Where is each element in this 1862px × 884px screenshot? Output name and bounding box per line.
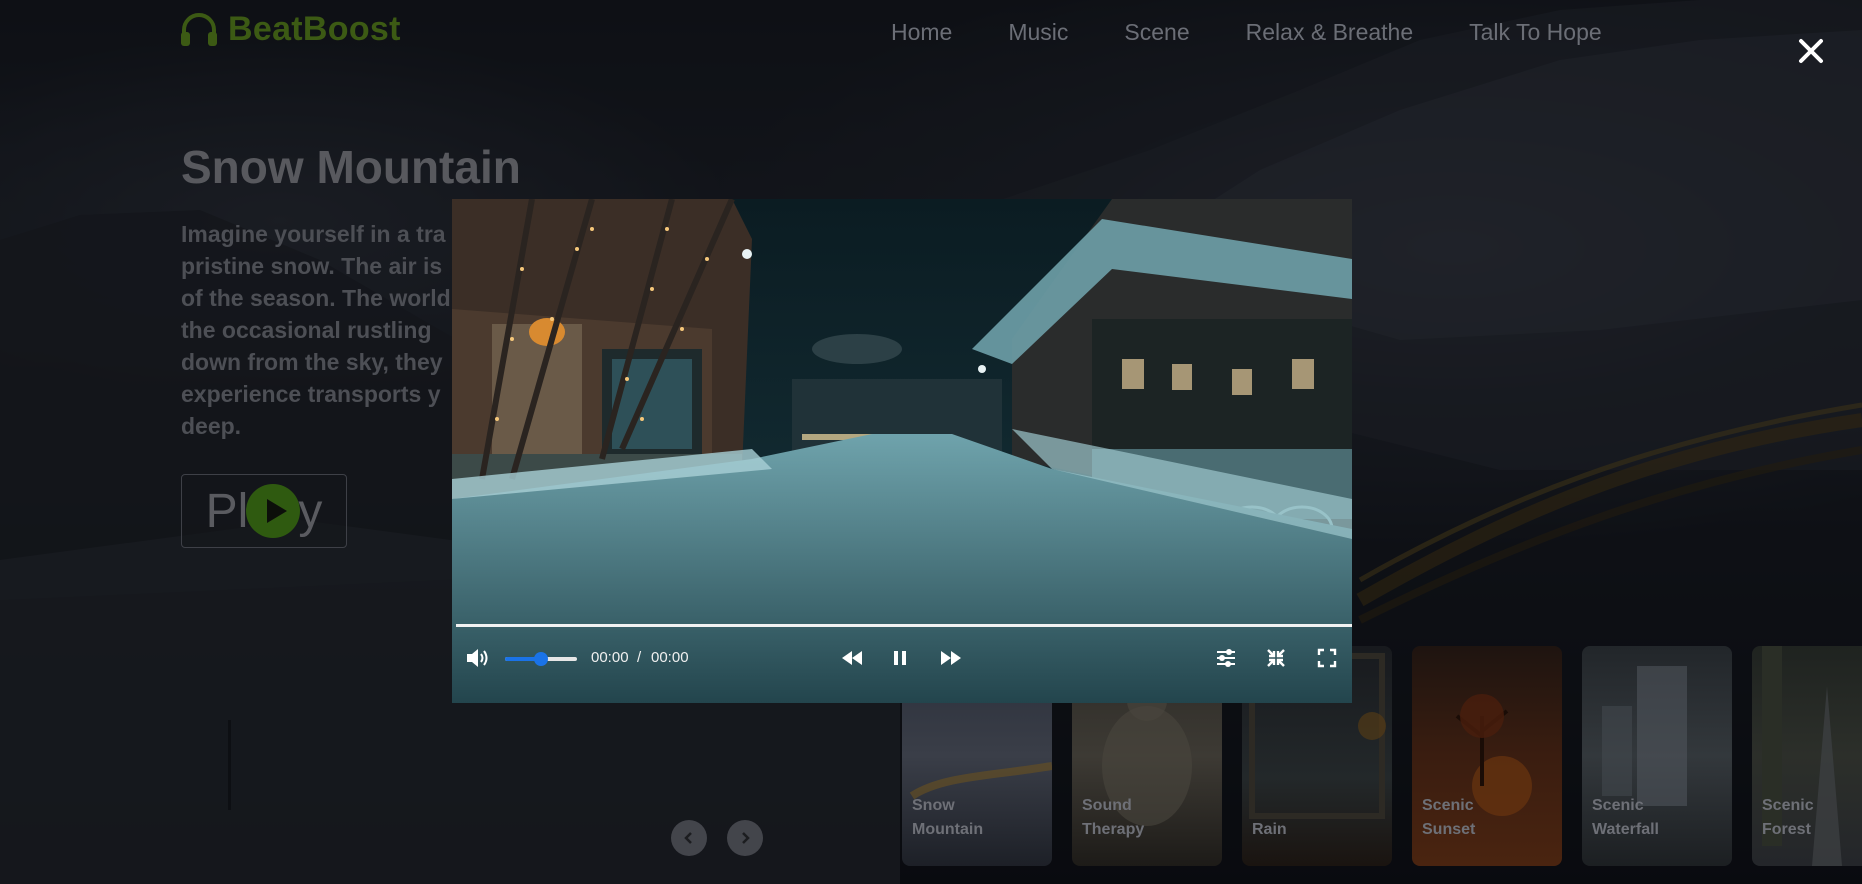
play-label-start: Pl (205, 484, 249, 538)
card-label: Scenic Forest (1762, 794, 1814, 842)
current-time: 00:00 (591, 649, 629, 666)
fast-forward-button[interactable] (939, 649, 963, 672)
play-button[interactable]: Pl y (181, 474, 347, 548)
video-frame (452, 199, 1352, 703)
video-player[interactable]: 00:00 / 00:00 (452, 199, 1352, 703)
card-label-line: Scenic (1422, 797, 1474, 814)
scene-card-scenic-forest[interactable]: Scenic Forest (1752, 646, 1862, 866)
shrink-icon (1267, 649, 1285, 667)
shrink-button[interactable] (1266, 648, 1286, 673)
nav-home[interactable]: Home (891, 16, 952, 48)
card-label: Scenic Sunset (1422, 794, 1475, 842)
play-icon (246, 484, 301, 538)
play-button-label: Pl y (205, 484, 323, 539)
nav-scene[interactable]: Scene (1124, 16, 1189, 48)
site-header: BeatBoost Home Music Scene Relax & Breat… (0, 0, 1862, 64)
close-modal-button[interactable] (1796, 36, 1826, 66)
carousel-next-button[interactable] (727, 820, 763, 856)
chevron-right-icon (742, 832, 750, 844)
card-label-line: Waterfall (1592, 821, 1659, 838)
nav-talk-to-hope[interactable]: Talk To Hope (1469, 16, 1602, 48)
card-label-line: Sunset (1422, 821, 1476, 838)
fullscreen-button[interactable] (1317, 648, 1337, 673)
play-label-end: y (298, 484, 323, 538)
time-separator: / (637, 649, 642, 666)
card-label-line: Forest (1762, 821, 1811, 838)
scene-card-scenic-waterfall[interactable]: Scenic Waterfall (1582, 646, 1732, 866)
rewind-icon (842, 651, 862, 665)
card-label-line: Scenic (1762, 797, 1814, 814)
pause-button[interactable] (892, 649, 908, 672)
card-label-line: Snow (912, 797, 955, 814)
volume-icon (467, 649, 488, 667)
volume-slider-thumb[interactable] (534, 652, 548, 666)
card-label: Snow Mountain (912, 794, 983, 842)
close-icon (1799, 39, 1823, 63)
card-label-line: Mountain (912, 821, 984, 838)
carousel-prev-button[interactable] (671, 820, 707, 856)
video-progress-bar[interactable] (456, 624, 1352, 627)
fast-forward-icon (941, 651, 961, 665)
card-label: Scenic Waterfall (1592, 794, 1659, 842)
card-label-line: Therapy (1082, 821, 1145, 838)
fullscreen-icon (1317, 648, 1337, 668)
rewind-button[interactable] (840, 649, 864, 672)
pause-icon (894, 651, 906, 665)
brand-name: BeatBoost (228, 10, 401, 48)
sliders-icon (1217, 649, 1235, 667)
volume-button[interactable] (465, 647, 491, 674)
scene-title: Snow Mountain (181, 141, 521, 193)
nav-relax-breathe[interactable]: Relax & Breathe (1246, 16, 1413, 48)
duration-time: 00:00 (651, 649, 689, 666)
nav-music[interactable]: Music (1008, 16, 1068, 48)
settings-button[interactable] (1215, 648, 1237, 673)
card-label: Rain (1252, 818, 1287, 842)
brand-logo[interactable]: BeatBoost (180, 10, 401, 49)
headphones-icon (180, 12, 218, 47)
card-label-line: Scenic (1592, 797, 1644, 814)
scene-card-scenic-sunset[interactable]: Scenic Sunset (1412, 646, 1562, 866)
main-nav: Home Music Scene Relax & Breathe Talk To… (891, 16, 1658, 48)
card-label-line: Sound (1082, 797, 1132, 814)
card-label: Sound Therapy (1082, 794, 1144, 842)
volume-slider[interactable] (505, 652, 577, 666)
card-label-line: Rain (1252, 821, 1287, 838)
chevron-left-icon (684, 832, 692, 844)
